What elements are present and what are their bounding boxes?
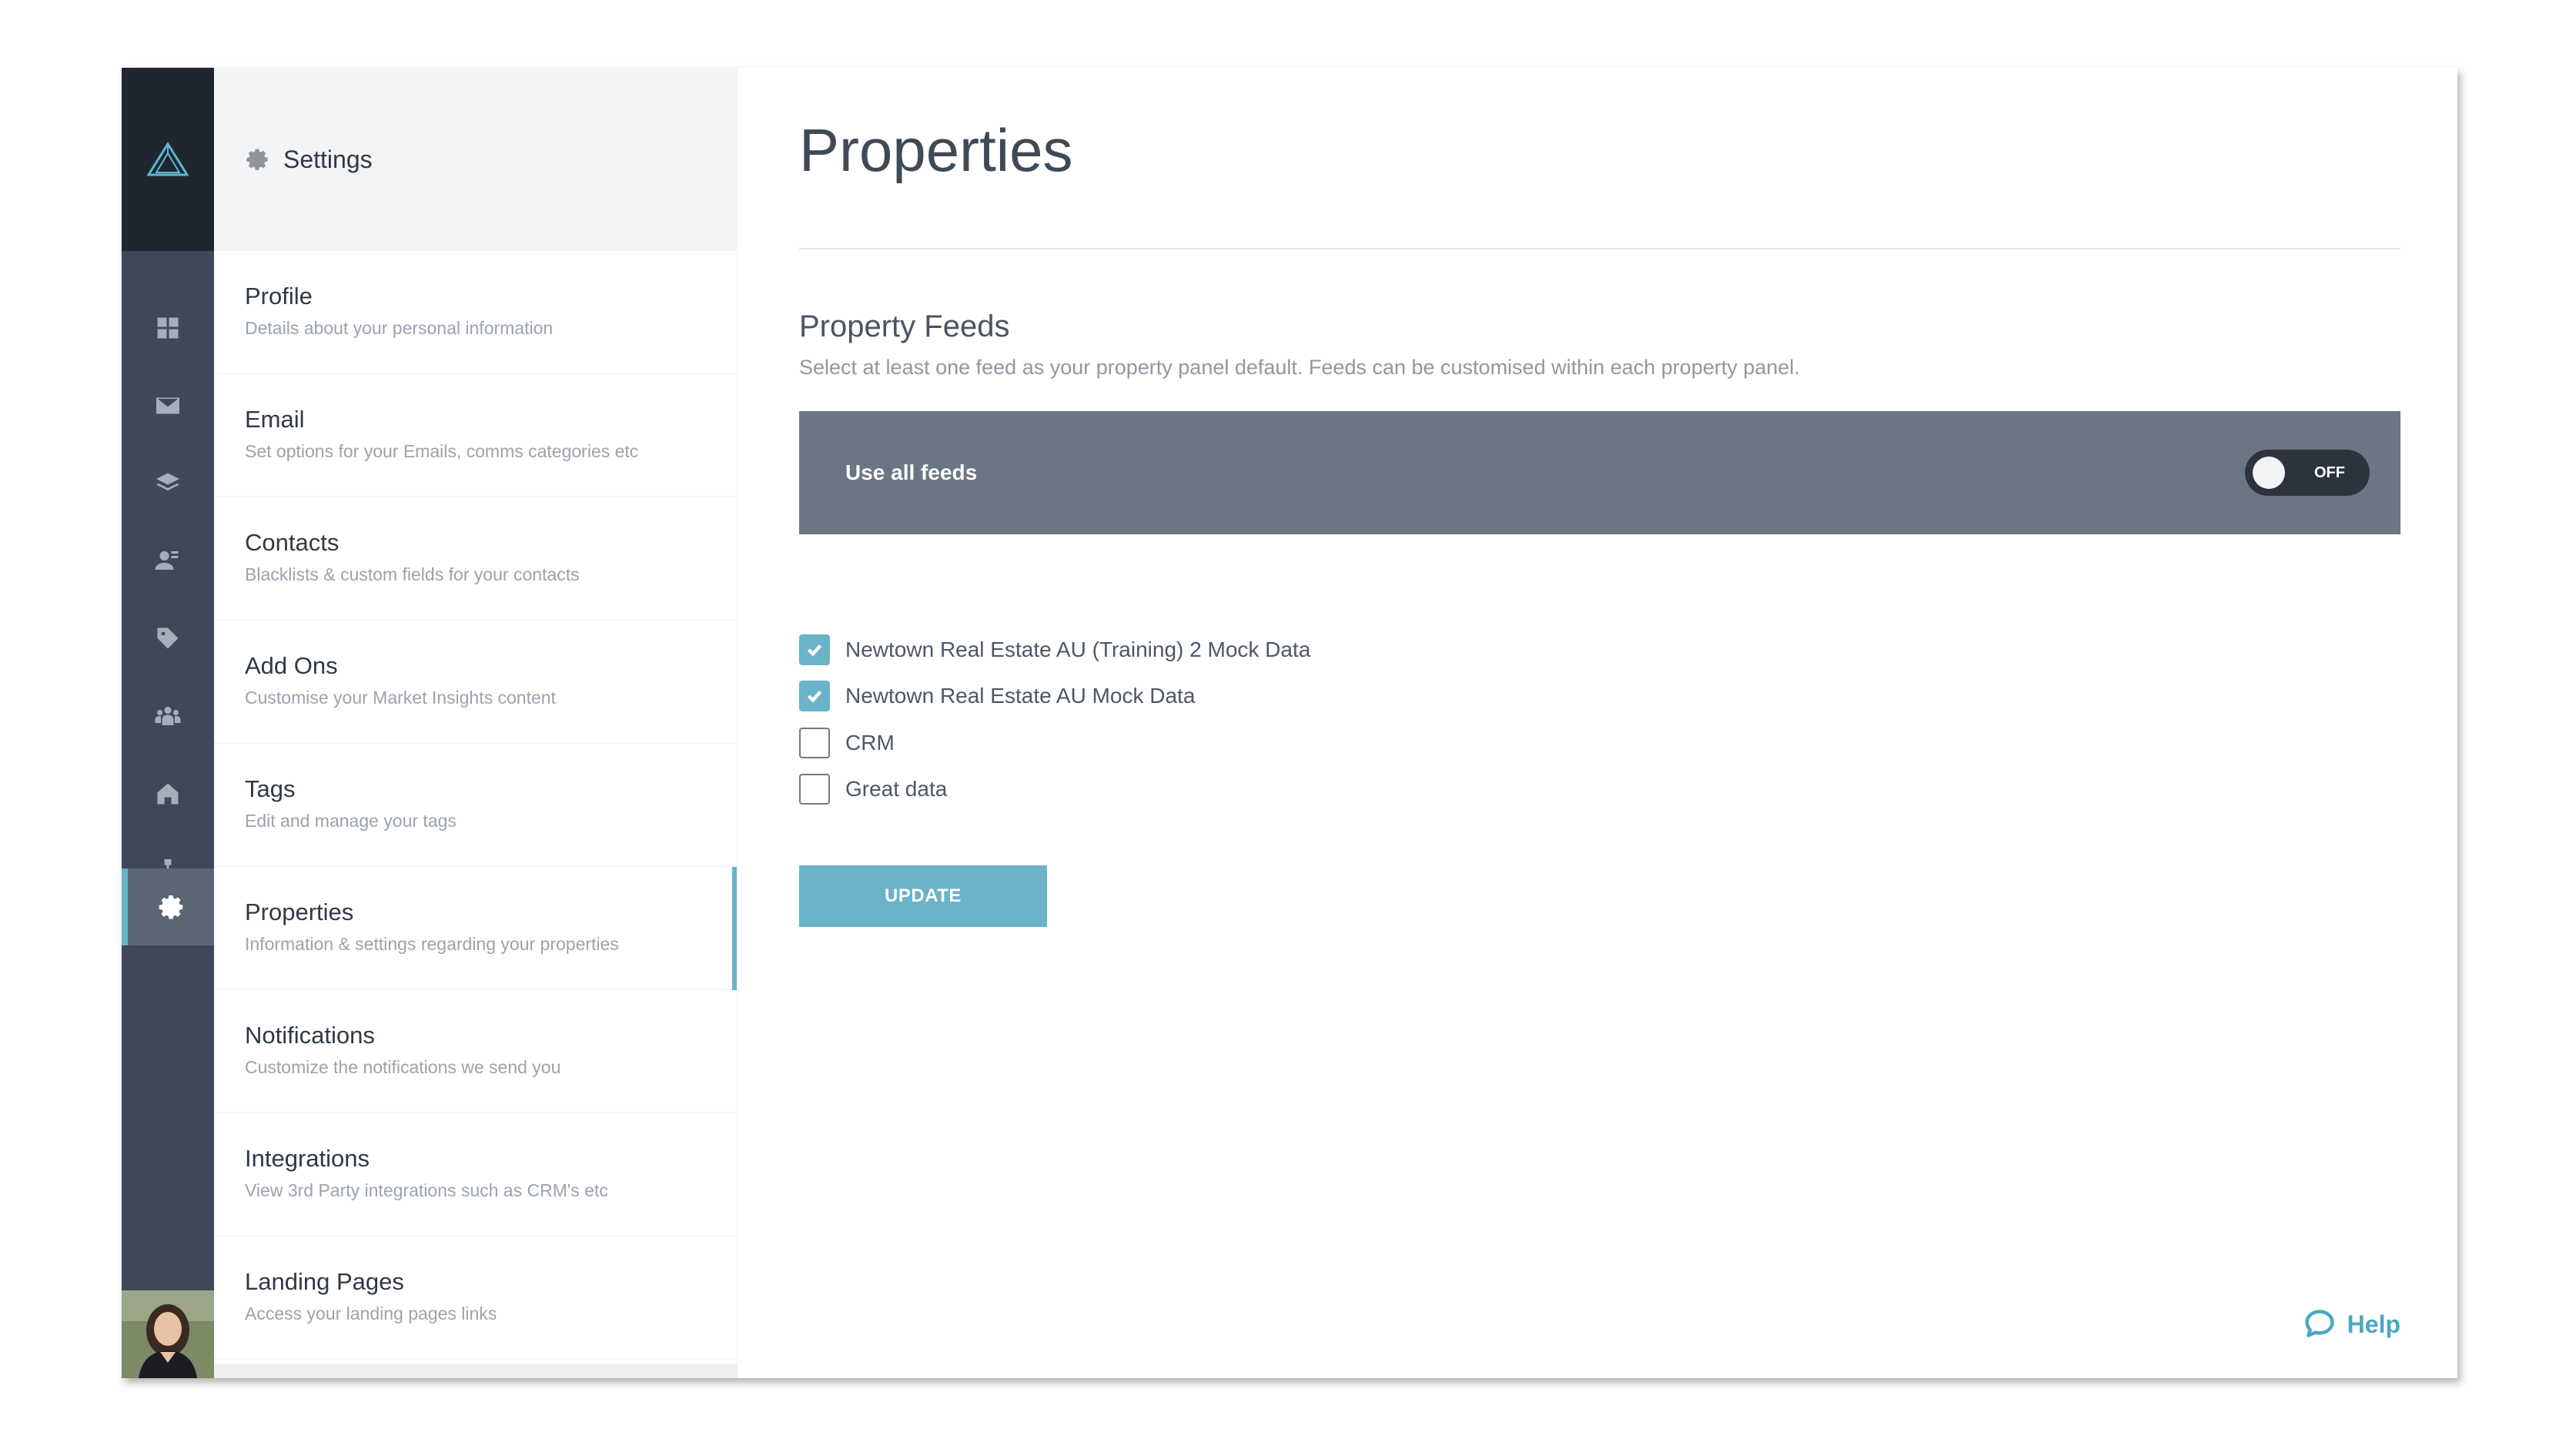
settings-item-contacts[interactable]: Contacts Blacklists & custom fields for …	[214, 497, 737, 621]
settings-item-desc: Blacklists & custom fields for your cont…	[245, 564, 580, 585]
settings-item-desc: Set options for your Emails, comms categ…	[245, 441, 639, 462]
settings-item-name: Properties	[245, 899, 354, 925]
main-content: Properties Property Feeds Select at leas…	[799, 68, 2400, 1378]
settings-item-landing-pages[interactable]: Landing Pages Access your landing pages …	[214, 1237, 737, 1360]
settings-item-name: Landing Pages	[245, 1268, 404, 1295]
settings-item-name: Add Ons	[245, 652, 338, 679]
settings-item-name: Integrations	[245, 1145, 370, 1172]
check-icon	[807, 644, 822, 657]
feed-option[interactable]: Newtown Real Estate AU Mock Data	[799, 679, 1195, 713]
settings-item-desc: Edit and manage your tags	[245, 811, 457, 832]
help-label: Help	[2347, 1310, 2400, 1338]
tag-icon[interactable]	[122, 600, 214, 677]
settings-item-desc: Customise your Market Insights content	[245, 688, 556, 708]
settings-item-desc: View 3rd Party integrations such as CRM'…	[245, 1180, 608, 1201]
settings-item-name: Contacts	[245, 529, 340, 556]
home-icon[interactable]	[122, 755, 214, 832]
app-window: Settings Profile Details about your pers…	[122, 68, 2457, 1378]
settings-title: Settings	[283, 145, 373, 173]
settings-item-name: Notifications	[245, 1022, 375, 1049]
settings-item-desc: Customize the notifications we send you	[245, 1057, 561, 1078]
section-title: Property Feeds	[799, 310, 1010, 343]
settings-item-desc: Details about your personal information	[245, 318, 554, 339]
feed-option[interactable]: Newtown Real Estate AU (Training) 2 Mock…	[799, 633, 1310, 667]
divider	[799, 248, 2400, 249]
settings-item-integrations[interactable]: Integrations View 3rd Party integrations…	[214, 1113, 737, 1237]
settings-item-email[interactable]: Email Set options for your Emails, comms…	[214, 374, 737, 497]
gear-icon[interactable]	[122, 868, 214, 945]
email-icon[interactable]	[122, 367, 214, 444]
settings-header: Settings	[214, 68, 737, 251]
feed-checkbox[interactable]	[799, 774, 830, 805]
team-icon[interactable]	[122, 678, 214, 755]
settings-item-profile[interactable]: Profile Details about your personal info…	[214, 251, 737, 374]
feed-label: Newtown Real Estate AU Mock Data	[845, 684, 1196, 708]
layers-icon[interactable]	[122, 445, 214, 522]
check-icon	[807, 691, 822, 703]
use-all-feeds-toggle[interactable]: OFF	[2245, 450, 2370, 496]
settings-item-name: Profile	[245, 283, 313, 310]
section-description: Select at least one feed as your propert…	[799, 356, 1800, 379]
chat-bubble-icon	[2304, 1310, 2334, 1337]
settings-item-desc: Access your landing pages links	[245, 1303, 497, 1324]
feed-label: Newtown Real Estate AU (Training) 2 Mock…	[845, 637, 1311, 661]
settings-item-properties[interactable]: Properties Information & settings regard…	[214, 867, 737, 990]
page-title: Properties	[799, 116, 1073, 184]
feed-checkbox[interactable]	[799, 681, 830, 711]
settings-item-add-ons[interactable]: Add Ons Customise your Market Insights c…	[214, 621, 737, 744]
contacts-icon[interactable]	[122, 522, 214, 599]
settings-footer	[214, 1364, 737, 1378]
help-button[interactable]: Help	[2303, 1307, 2400, 1341]
settings-item-desc: Information & settings regarding your pr…	[245, 934, 619, 955]
feed-checkbox[interactable]	[799, 728, 830, 758]
icon-rail	[122, 68, 214, 1378]
settings-item-tags[interactable]: Tags Edit and manage your tags	[214, 744, 737, 867]
feed-option[interactable]: CRM	[799, 726, 895, 760]
logo-icon[interactable]	[122, 68, 214, 251]
settings-item-name: Tags	[245, 775, 296, 802]
settings-item-name: Email	[245, 406, 305, 433]
avatar[interactable]	[122, 1290, 214, 1378]
toggle-knob	[2253, 457, 2285, 489]
dashboard-icon[interactable]	[122, 289, 214, 366]
settings-panel: Settings Profile Details about your pers…	[214, 68, 738, 1378]
settings-item-notifications[interactable]: Notifications Customize the notification…	[214, 990, 737, 1113]
feed-option[interactable]: Great data	[799, 772, 947, 806]
toggle-state-label: OFF	[2314, 464, 2345, 481]
use-all-feeds-bar: Use all feeds OFF	[799, 411, 2400, 534]
feed-label: Great data	[845, 777, 948, 801]
feed-checkbox[interactable]	[799, 634, 830, 665]
gear-icon	[245, 147, 269, 172]
update-button[interactable]: UPDATE	[799, 865, 1047, 927]
use-all-feeds-label: Use all feeds	[845, 460, 978, 484]
feed-label: CRM	[845, 731, 895, 755]
